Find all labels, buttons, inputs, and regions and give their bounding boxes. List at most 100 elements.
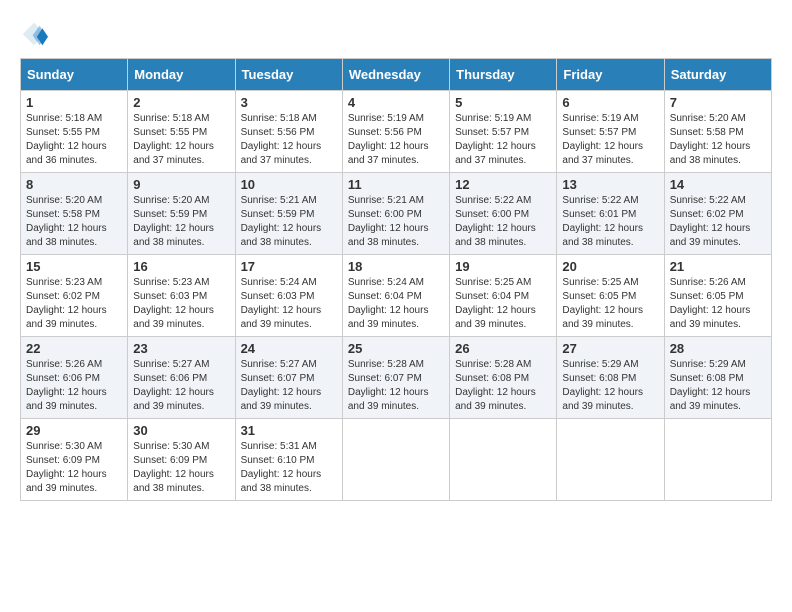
page-header [20,20,772,48]
weekday-header-sunday: Sunday [21,59,128,91]
day-info: Sunrise: 5:20 AM Sunset: 5:59 PM Dayligh… [133,194,229,250]
day-info: Sunrise: 5:28 AM Sunset: 6:08 PM Dayligh… [455,358,551,414]
day-info: Sunrise: 5:26 AM Sunset: 6:05 PM Dayligh… [670,276,766,332]
calendar-cell: 15 Sunrise: 5:23 AM Sunset: 6:02 PM Dayl… [21,255,128,337]
day-number: 30 [133,423,229,438]
day-info: Sunrise: 5:18 AM Sunset: 5:56 PM Dayligh… [241,112,337,168]
day-info: Sunrise: 5:20 AM Sunset: 5:58 PM Dayligh… [670,112,766,168]
day-number: 22 [26,341,122,356]
calendar-cell: 11 Sunrise: 5:21 AM Sunset: 6:00 PM Dayl… [342,173,449,255]
day-info: Sunrise: 5:27 AM Sunset: 6:06 PM Dayligh… [133,358,229,414]
calendar-cell: 21 Sunrise: 5:26 AM Sunset: 6:05 PM Dayl… [664,255,771,337]
calendar-cell: 17 Sunrise: 5:24 AM Sunset: 6:03 PM Dayl… [235,255,342,337]
calendar-cell: 16 Sunrise: 5:23 AM Sunset: 6:03 PM Dayl… [128,255,235,337]
day-info: Sunrise: 5:23 AM Sunset: 6:03 PM Dayligh… [133,276,229,332]
calendar-cell [557,419,664,501]
calendar-table: SundayMondayTuesdayWednesdayThursdayFrid… [20,58,772,501]
calendar-cell [664,419,771,501]
weekday-header-saturday: Saturday [664,59,771,91]
calendar-cell: 19 Sunrise: 5:25 AM Sunset: 6:04 PM Dayl… [450,255,557,337]
weekday-header-wednesday: Wednesday [342,59,449,91]
calendar-cell: 5 Sunrise: 5:19 AM Sunset: 5:57 PM Dayli… [450,91,557,173]
day-number: 5 [455,95,551,110]
calendar-week-5: 29 Sunrise: 5:30 AM Sunset: 6:09 PM Dayl… [21,419,772,501]
calendar-cell: 29 Sunrise: 5:30 AM Sunset: 6:09 PM Dayl… [21,419,128,501]
day-number: 17 [241,259,337,274]
calendar-cell: 31 Sunrise: 5:31 AM Sunset: 6:10 PM Dayl… [235,419,342,501]
calendar-cell: 18 Sunrise: 5:24 AM Sunset: 6:04 PM Dayl… [342,255,449,337]
day-number: 8 [26,177,122,192]
day-number: 29 [26,423,122,438]
logo-icon [20,20,48,48]
calendar-cell: 12 Sunrise: 5:22 AM Sunset: 6:00 PM Dayl… [450,173,557,255]
day-number: 26 [455,341,551,356]
day-number: 18 [348,259,444,274]
day-number: 6 [562,95,658,110]
day-number: 1 [26,95,122,110]
calendar-cell: 23 Sunrise: 5:27 AM Sunset: 6:06 PM Dayl… [128,337,235,419]
calendar-cell: 10 Sunrise: 5:21 AM Sunset: 5:59 PM Dayl… [235,173,342,255]
calendar-cell: 24 Sunrise: 5:27 AM Sunset: 6:07 PM Dayl… [235,337,342,419]
day-info: Sunrise: 5:21 AM Sunset: 6:00 PM Dayligh… [348,194,444,250]
calendar-cell: 28 Sunrise: 5:29 AM Sunset: 6:08 PM Dayl… [664,337,771,419]
calendar-week-3: 15 Sunrise: 5:23 AM Sunset: 6:02 PM Dayl… [21,255,772,337]
day-info: Sunrise: 5:18 AM Sunset: 5:55 PM Dayligh… [133,112,229,168]
weekday-header-thursday: Thursday [450,59,557,91]
day-info: Sunrise: 5:19 AM Sunset: 5:57 PM Dayligh… [562,112,658,168]
day-number: 3 [241,95,337,110]
calendar-cell: 26 Sunrise: 5:28 AM Sunset: 6:08 PM Dayl… [450,337,557,419]
calendar-week-4: 22 Sunrise: 5:26 AM Sunset: 6:06 PM Dayl… [21,337,772,419]
day-info: Sunrise: 5:22 AM Sunset: 6:02 PM Dayligh… [670,194,766,250]
day-number: 14 [670,177,766,192]
day-info: Sunrise: 5:31 AM Sunset: 6:10 PM Dayligh… [241,440,337,496]
weekday-header-tuesday: Tuesday [235,59,342,91]
day-number: 15 [26,259,122,274]
calendar-cell: 3 Sunrise: 5:18 AM Sunset: 5:56 PM Dayli… [235,91,342,173]
day-number: 12 [455,177,551,192]
calendar-cell: 27 Sunrise: 5:29 AM Sunset: 6:08 PM Dayl… [557,337,664,419]
day-info: Sunrise: 5:22 AM Sunset: 6:00 PM Dayligh… [455,194,551,250]
day-number: 9 [133,177,229,192]
calendar-cell: 6 Sunrise: 5:19 AM Sunset: 5:57 PM Dayli… [557,91,664,173]
calendar-cell: 4 Sunrise: 5:19 AM Sunset: 5:56 PM Dayli… [342,91,449,173]
calendar-cell [450,419,557,501]
calendar-cell: 8 Sunrise: 5:20 AM Sunset: 5:58 PM Dayli… [21,173,128,255]
day-number: 31 [241,423,337,438]
day-info: Sunrise: 5:27 AM Sunset: 6:07 PM Dayligh… [241,358,337,414]
calendar-cell: 30 Sunrise: 5:30 AM Sunset: 6:09 PM Dayl… [128,419,235,501]
day-number: 10 [241,177,337,192]
day-number: 13 [562,177,658,192]
day-info: Sunrise: 5:26 AM Sunset: 6:06 PM Dayligh… [26,358,122,414]
day-info: Sunrise: 5:21 AM Sunset: 5:59 PM Dayligh… [241,194,337,250]
day-info: Sunrise: 5:24 AM Sunset: 6:03 PM Dayligh… [241,276,337,332]
calendar-cell: 20 Sunrise: 5:25 AM Sunset: 6:05 PM Dayl… [557,255,664,337]
calendar-cell: 13 Sunrise: 5:22 AM Sunset: 6:01 PM Dayl… [557,173,664,255]
day-number: 11 [348,177,444,192]
day-info: Sunrise: 5:18 AM Sunset: 5:55 PM Dayligh… [26,112,122,168]
calendar-cell: 25 Sunrise: 5:28 AM Sunset: 6:07 PM Dayl… [342,337,449,419]
day-number: 16 [133,259,229,274]
calendar-cell: 22 Sunrise: 5:26 AM Sunset: 6:06 PM Dayl… [21,337,128,419]
day-info: Sunrise: 5:28 AM Sunset: 6:07 PM Dayligh… [348,358,444,414]
day-number: 4 [348,95,444,110]
weekday-header-friday: Friday [557,59,664,91]
day-info: Sunrise: 5:19 AM Sunset: 5:56 PM Dayligh… [348,112,444,168]
day-number: 25 [348,341,444,356]
day-number: 28 [670,341,766,356]
day-number: 27 [562,341,658,356]
day-info: Sunrise: 5:30 AM Sunset: 6:09 PM Dayligh… [26,440,122,496]
calendar-week-1: 1 Sunrise: 5:18 AM Sunset: 5:55 PM Dayli… [21,91,772,173]
calendar-cell: 7 Sunrise: 5:20 AM Sunset: 5:58 PM Dayli… [664,91,771,173]
calendar-body: 1 Sunrise: 5:18 AM Sunset: 5:55 PM Dayli… [21,91,772,501]
day-info: Sunrise: 5:29 AM Sunset: 6:08 PM Dayligh… [670,358,766,414]
day-number: 21 [670,259,766,274]
day-number: 23 [133,341,229,356]
day-number: 24 [241,341,337,356]
day-info: Sunrise: 5:25 AM Sunset: 6:04 PM Dayligh… [455,276,551,332]
calendar-cell: 14 Sunrise: 5:22 AM Sunset: 6:02 PM Dayl… [664,173,771,255]
day-number: 19 [455,259,551,274]
day-info: Sunrise: 5:25 AM Sunset: 6:05 PM Dayligh… [562,276,658,332]
calendar-cell [342,419,449,501]
calendar-cell: 9 Sunrise: 5:20 AM Sunset: 5:59 PM Dayli… [128,173,235,255]
day-info: Sunrise: 5:23 AM Sunset: 6:02 PM Dayligh… [26,276,122,332]
